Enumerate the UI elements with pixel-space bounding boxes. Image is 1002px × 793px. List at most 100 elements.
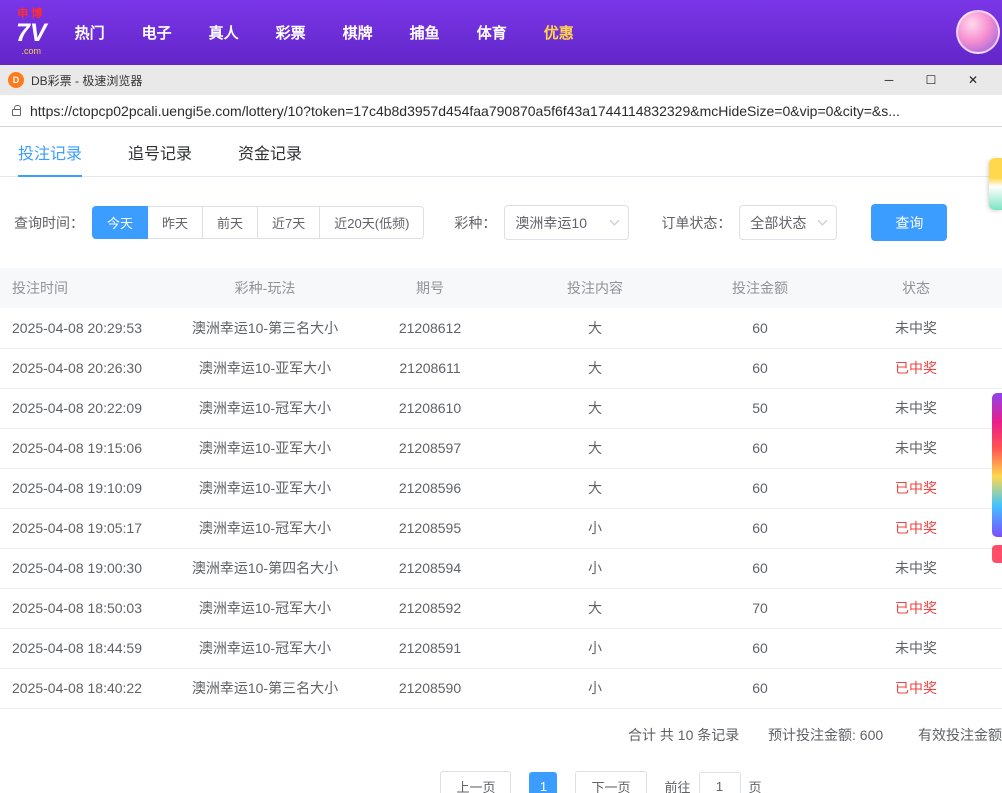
- time-filter-day-before[interactable]: 前天: [203, 206, 258, 239]
- tabs: 投注记录追号记录资金记录: [0, 127, 1002, 177]
- bet-amount-cell: 60: [690, 428, 830, 468]
- bet-amount-cell: 60: [690, 308, 830, 348]
- bet-content-cell: 大: [500, 468, 690, 508]
- issue-number-cell: 21208610: [360, 388, 500, 428]
- tab-bet-records[interactable]: 投注记录: [18, 127, 82, 176]
- bet-amount-cell: 60: [690, 508, 830, 548]
- prev-page-button[interactable]: 上一页: [440, 771, 511, 793]
- lottery-play-cell: 澳洲幸运10-亚军大小: [170, 428, 360, 468]
- floating-banner-middle[interactable]: [992, 393, 1002, 537]
- bet-content-cell: 小: [500, 548, 690, 588]
- bet-content-cell: 大: [500, 588, 690, 628]
- nav-item-live[interactable]: 真人: [209, 22, 239, 43]
- avatar[interactable]: [956, 10, 1000, 54]
- issue-number-cell: 21208592: [360, 588, 500, 628]
- bet-amount-cell: 70: [690, 588, 830, 628]
- order-status-value: 全部状态: [750, 213, 806, 233]
- close-icon[interactable]: ✕: [952, 73, 994, 87]
- browser-app-icon: D: [8, 72, 24, 88]
- address-bar[interactable]: https://ctopcp02pcali.uengi5e.com/lotter…: [0, 95, 1002, 127]
- next-page-button[interactable]: 下一页: [575, 771, 646, 793]
- status-cell: 未中奖: [830, 308, 1002, 348]
- lock-icon: [12, 109, 21, 116]
- lottery-play-cell: 澳洲幸运10-亚军大小: [170, 348, 360, 388]
- floating-banner-top[interactable]: [989, 158, 1002, 210]
- nav-item-slots[interactable]: 电子: [142, 22, 172, 43]
- order-status-select[interactable]: 全部状态: [739, 205, 837, 240]
- bet-time-cell: 2025-04-08 20:22:09: [0, 388, 170, 428]
- lottery-play-cell: 澳洲幸运10-第四名大小: [170, 548, 360, 588]
- status-cell: 未中奖: [830, 428, 1002, 468]
- bet-amount-cell: 60: [690, 548, 830, 588]
- bet-amount-cell: 60: [690, 348, 830, 388]
- bet-time-cell: 2025-04-08 18:50:03: [0, 588, 170, 628]
- summary-expected-amount: 预计投注金额: 600: [768, 725, 883, 745]
- table-row: 2025-04-08 20:26:30澳洲幸运10-亚军大小21208611大6…: [0, 348, 1002, 388]
- bet-time-cell: 2025-04-08 18:40:22: [0, 668, 170, 708]
- pagination: 上一页 1 下一页 前往 页: [200, 771, 1002, 793]
- bet-content-cell: 大: [500, 348, 690, 388]
- bet-time-cell: 2025-04-08 19:00:30: [0, 548, 170, 588]
- bet-time-cell: 2025-04-08 20:26:30: [0, 348, 170, 388]
- table-header-row: 投注时间彩种-玩法期号投注内容投注金额状态: [0, 268, 1002, 308]
- floating-banner-small[interactable]: [992, 545, 1002, 563]
- tab-fund-records[interactable]: 资金记录: [238, 127, 302, 176]
- site-logo[interactable]: 申博 7V .com: [16, 9, 47, 56]
- lottery-select[interactable]: 澳洲幸运10: [504, 205, 629, 240]
- lottery-select-value: 澳洲幸运10: [515, 213, 587, 233]
- bet-content-cell: 大: [500, 388, 690, 428]
- query-button[interactable]: 查询: [871, 204, 947, 241]
- bet-time-cell: 2025-04-08 18:44:59: [0, 628, 170, 668]
- nav-item-promo[interactable]: 优惠: [544, 22, 574, 43]
- lottery-label: 彩种：: [454, 213, 496, 233]
- time-filter-yesterday[interactable]: 昨天: [148, 206, 203, 239]
- issue-number-cell: 21208594: [360, 548, 500, 588]
- bet-content-cell: 大: [500, 308, 690, 348]
- nav-item-chess[interactable]: 棋牌: [343, 22, 373, 43]
- lottery-play-cell: 澳洲幸运10-第三名大小: [170, 308, 360, 348]
- time-filter-today[interactable]: 今天: [92, 206, 148, 239]
- issue-number-cell: 21208612: [360, 308, 500, 348]
- bet-content-cell: 小: [500, 628, 690, 668]
- table-row: 2025-04-08 19:15:06澳洲幸运10-亚军大小21208597大6…: [0, 428, 1002, 468]
- chevron-down-icon: [610, 216, 620, 226]
- issue-number-cell: 21208611: [360, 348, 500, 388]
- tab-chase-records[interactable]: 追号记录: [128, 127, 192, 176]
- url-text[interactable]: https://ctopcp02pcali.uengi5e.com/lotter…: [30, 103, 900, 119]
- column-header-5: 状态: [830, 268, 1002, 308]
- lottery-play-cell: 澳洲幸运10-冠军大小: [170, 508, 360, 548]
- minimize-icon[interactable]: ─: [868, 73, 910, 87]
- nav-item-lottery[interactable]: 彩票: [276, 22, 306, 43]
- time-filter-last-7-days[interactable]: 近7天: [258, 206, 320, 239]
- lottery-play-cell: 澳洲幸运10-冠军大小: [170, 388, 360, 428]
- bet-records-table: 投注时间彩种-玩法期号投注内容投注金额状态 2025-04-08 20:29:5…: [0, 268, 1002, 709]
- filter-bar: 查询时间： 今天昨天前天近7天近20天(低频) 彩种： 澳洲幸运10 订单状态：…: [0, 177, 1002, 268]
- logo-text-com: .com: [22, 47, 42, 56]
- bet-amount-cell: 60: [690, 628, 830, 668]
- table-row: 2025-04-08 18:40:22澳洲幸运10-第三名大小21208590小…: [0, 668, 1002, 708]
- top-nav-bar: 申博 7V .com 热门 电子 真人 彩票 棋牌 捕鱼 体育 优惠: [0, 0, 1002, 65]
- table-row: 2025-04-08 19:05:17澳洲幸运10-冠军大小21208595小6…: [0, 508, 1002, 548]
- logo-text-main: 7V: [16, 21, 47, 46]
- nav-item-hot[interactable]: 热门: [75, 22, 105, 43]
- time-filter-last-20-days[interactable]: 近20天(低频): [320, 206, 424, 239]
- chevron-down-icon: [818, 216, 828, 226]
- goto-page-input[interactable]: [699, 772, 741, 793]
- column-header-1: 彩种-玩法: [170, 268, 360, 308]
- status-cell: 已中奖: [830, 348, 1002, 388]
- maximize-icon[interactable]: ☐: [910, 73, 952, 87]
- nav-item-fishing[interactable]: 捕鱼: [410, 22, 440, 43]
- browser-title-bar: D DB彩票 - 极速浏览器 ─ ☐ ✕: [0, 65, 1002, 95]
- nav-item-sports[interactable]: 体育: [477, 22, 507, 43]
- page-number-current[interactable]: 1: [529, 772, 557, 793]
- bet-amount-cell: 50: [690, 388, 830, 428]
- bet-time-cell: 2025-04-08 19:15:06: [0, 428, 170, 468]
- table-row: 2025-04-08 20:29:53澳洲幸运10-第三名大小21208612大…: [0, 308, 1002, 348]
- lottery-play-cell: 澳洲幸运10-亚军大小: [170, 468, 360, 508]
- status-cell: 已中奖: [830, 508, 1002, 548]
- time-filter-label: 查询时间：: [14, 213, 84, 233]
- table-row: 2025-04-08 18:44:59澳洲幸运10-冠军大小21208591小6…: [0, 628, 1002, 668]
- summary-total-records: 合计 共 10 条记录: [628, 725, 739, 745]
- table-body: 2025-04-08 20:29:53澳洲幸运10-第三名大小21208612大…: [0, 308, 1002, 708]
- issue-number-cell: 21208595: [360, 508, 500, 548]
